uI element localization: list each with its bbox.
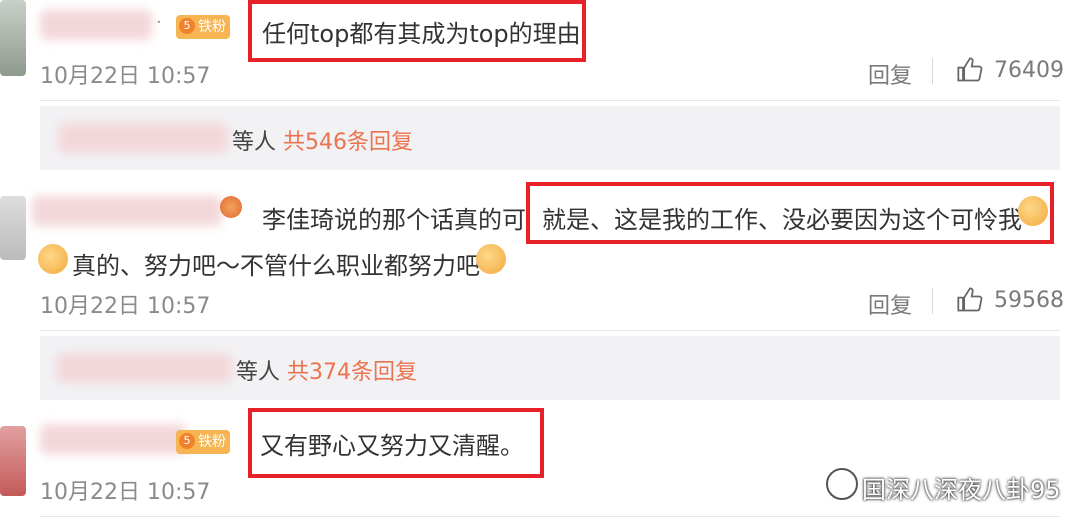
watermark: 国深八深夜八卦95 <box>862 476 1061 504</box>
action-divider <box>932 58 933 84</box>
avatar[interactable] <box>0 426 26 496</box>
summary-suffix: 等人 <box>236 360 281 385</box>
like-count: 59568 <box>994 288 1064 313</box>
action-divider <box>932 288 933 314</box>
username-blurred[interactable] <box>40 424 186 454</box>
replier-names-blurred <box>56 353 232 383</box>
thumbs-up-emoji <box>1018 196 1048 226</box>
muscle-emoji <box>476 244 506 274</box>
divider <box>40 100 1060 101</box>
reply-button[interactable]: 回复 <box>868 288 912 320</box>
fan-badge[interactable]: 5 铁粉 <box>176 430 230 454</box>
fan-badge-label: 铁粉 <box>198 434 226 450</box>
fan-badge[interactable]: 5 铁粉 <box>176 15 230 39</box>
comment-text-part1: 李佳琦说的那个话真的可 <box>262 206 526 234</box>
comment-text: 又有野心又努力又清醒。 <box>260 432 524 460</box>
fan-badge-label: 铁粉 <box>198 19 226 35</box>
reply-count-link[interactable]: 共546条回复 <box>283 130 413 155</box>
crown-icon: 5 <box>179 18 195 34</box>
thumbs-up-icon[interactable] <box>956 286 984 314</box>
reply-count-link[interactable]: 共374条回复 <box>287 360 417 385</box>
username-blurred[interactable] <box>40 10 152 40</box>
comment-text: 任何top都有其成为top的理由 <box>262 20 581 48</box>
thumbs-up-emoji <box>38 244 68 274</box>
reply-summary[interactable]: 等人 共374条回复 <box>40 336 1060 400</box>
crown-icon: 5 <box>179 433 195 449</box>
avatar[interactable] <box>0 0 26 76</box>
summary-suffix: 等人 <box>232 130 277 155</box>
avatar[interactable] <box>0 196 26 260</box>
username-blurred[interactable] <box>32 196 222 226</box>
divider <box>40 330 1060 331</box>
reply-summary[interactable]: 等人 共546条回复 <box>40 106 1060 170</box>
emoji-icon <box>220 196 242 218</box>
comment-text-line2: 真的、努力吧～不管什么职业都努力吧 <box>72 252 480 280</box>
comment-time[interactable]: 10月22日 10:57 <box>40 474 210 506</box>
like-count: 76409 <box>994 58 1064 83</box>
replier-names-blurred <box>58 123 228 153</box>
divider <box>40 516 1060 517</box>
wechat-icon <box>826 468 858 500</box>
reply-button[interactable]: 回复 <box>868 58 912 90</box>
name-separator: · <box>156 12 162 33</box>
comment-text-highlight: 就是、这是我的工作、没必要因为这个可怜我 <box>542 206 1022 234</box>
comment-time[interactable]: 10月22日 10:57 <box>40 288 210 320</box>
thumbs-up-icon[interactable] <box>956 56 984 84</box>
comment-time[interactable]: 10月22日 10:57 <box>40 58 210 90</box>
